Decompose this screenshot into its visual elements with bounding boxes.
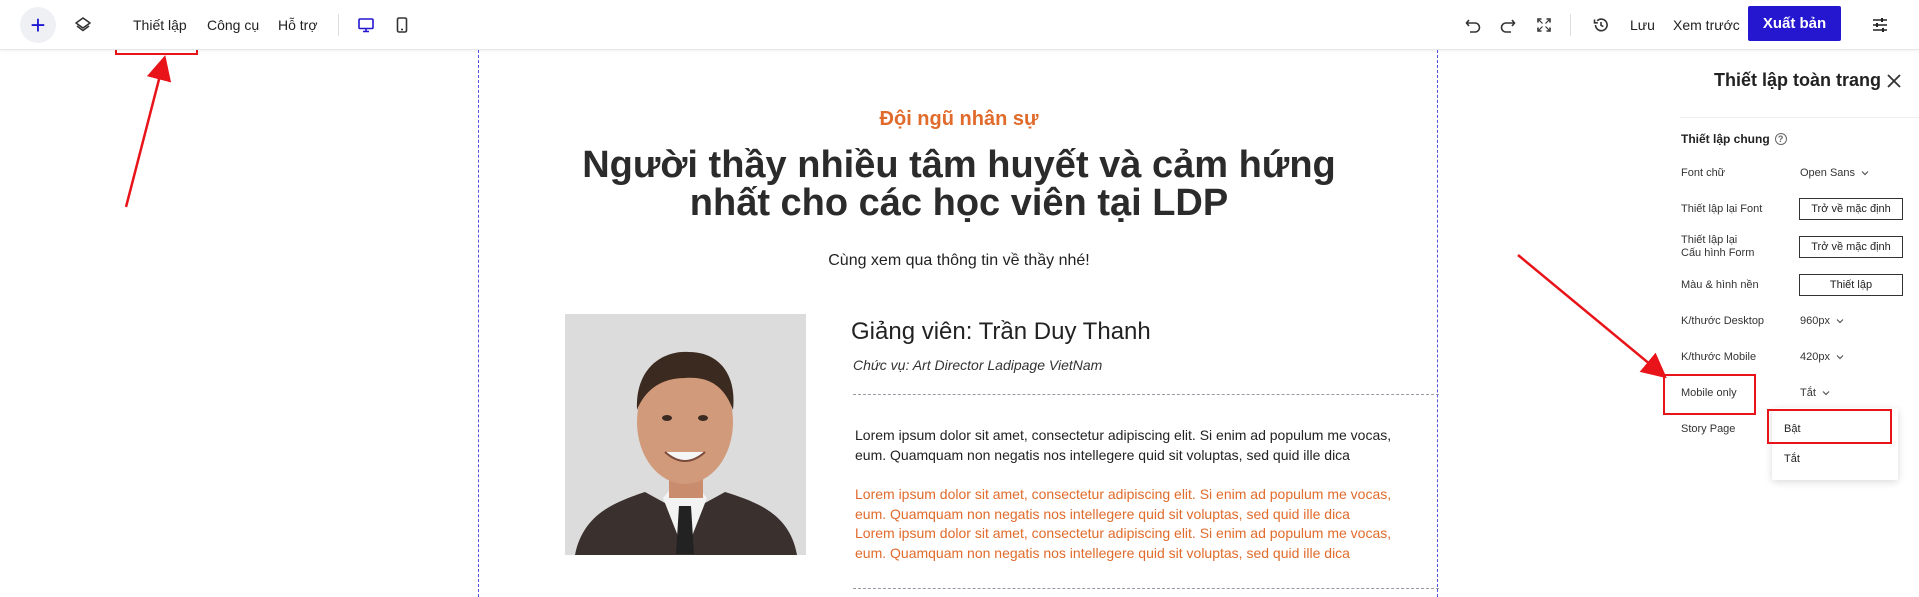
save-button[interactable]: Lưu xyxy=(1630,0,1655,50)
menu-settings[interactable]: Thiết lập xyxy=(133,0,187,50)
mobile-only-label: Mobile only xyxy=(1681,387,1737,399)
panel-title: Thiết lập toàn trang xyxy=(1714,70,1882,90)
redo-icon xyxy=(1497,14,1519,36)
highlight-paragraph: Lorem ipsum dolor sit amet, consectetur … xyxy=(855,486,1392,522)
close-panel-button[interactable] xyxy=(1885,72,1903,90)
section-subheading: Đội ngũ nhân sự xyxy=(879,108,1039,130)
preview-button[interactable]: Xem trước xyxy=(1673,0,1740,50)
highlight-paragraph: Lorem ipsum dolor sit amet, consectetur … xyxy=(855,525,1392,561)
font-value: Open Sans xyxy=(1800,167,1856,179)
mobile-view-button[interactable] xyxy=(391,0,413,50)
sliders-icon xyxy=(1869,14,1891,36)
chevron-down-icon xyxy=(1861,171,1869,176)
menu-tools[interactable]: Công cụ xyxy=(207,0,259,50)
desktop-size-select[interactable]: 960px xyxy=(1800,315,1844,327)
color-background-label: Màu & hình nền xyxy=(1681,279,1759,291)
desktop-size-value: 960px xyxy=(1800,315,1830,327)
reset-form-label-line-1: Thiết lập lại xyxy=(1681,234,1738,246)
reset-form-label: Thiết lập lại Cấu hình Form xyxy=(1681,234,1754,260)
desktop-size-label: K/thước Desktop xyxy=(1681,315,1765,327)
undo-button[interactable] xyxy=(1462,0,1484,50)
section-heading: Người thầy nhiều tâm huyết và cảm hứng n… xyxy=(479,146,1439,222)
desktop-view-button[interactable] xyxy=(355,0,377,50)
divider-line xyxy=(853,588,1439,589)
undo-icon xyxy=(1462,14,1484,36)
add-element-button[interactable]: + xyxy=(20,7,56,43)
top-toolbar: + Thiết lập Công cụ Hỗ trợ Lưu Xem trước… xyxy=(0,0,1919,50)
section-title: Thiết lập chung xyxy=(1681,132,1770,146)
redo-button[interactable] xyxy=(1497,0,1519,50)
section-lead: Cùng xem qua thông tin về thầy nhé! xyxy=(828,252,1090,269)
page-settings-button[interactable] xyxy=(1869,0,1891,50)
mobile-only-value: Tắt xyxy=(1800,387,1816,399)
reset-form-button[interactable]: Trở về mặc định xyxy=(1799,236,1903,258)
mobile-only-dropdown: Bật Tắt xyxy=(1772,408,1898,480)
fullscreen-icon xyxy=(1533,14,1555,36)
chevron-down-icon xyxy=(1822,391,1830,396)
layers-button[interactable] xyxy=(72,0,94,50)
help-icon[interactable]: ? xyxy=(1774,133,1787,145)
history-icon xyxy=(1590,14,1612,36)
teacher-photo[interactable] xyxy=(565,314,806,555)
heading-line-2: nhất cho các học viên tại LDP xyxy=(689,182,1229,224)
color-background-button[interactable]: Thiết lập xyxy=(1799,274,1903,296)
desktop-icon xyxy=(355,14,377,36)
layers-icon xyxy=(72,14,94,36)
history-button[interactable] xyxy=(1590,0,1612,50)
publish-button[interactable]: Xuất bản xyxy=(1748,6,1841,41)
reset-font-label: Thiết lập lại Font xyxy=(1681,203,1763,215)
page-canvas[interactable]: Đội ngũ nhân sự Người thầy nhiều tâm huy… xyxy=(478,50,1439,597)
teacher-role: Chức vụ: Art Director Ladipage VietNam xyxy=(853,357,1103,373)
mobile-icon xyxy=(391,14,413,36)
description-paragraph: Lorem ipsum dolor sit amet, consectetur … xyxy=(855,427,1392,463)
arrow-to-mobile-only xyxy=(1517,254,1667,379)
heading-line-1: Người thầy nhiều tâm huyết và cảm hứng xyxy=(582,144,1336,186)
mobile-size-select[interactable]: 420px xyxy=(1800,351,1844,363)
teacher-name: Giảng viên: Trần Duy Thanh xyxy=(851,318,1151,345)
arrow-to-settings-menu xyxy=(124,55,172,208)
reset-font-button[interactable]: Trở về mặc định xyxy=(1799,198,1903,220)
section-general-settings: Thiết lập chung ? xyxy=(1681,132,1787,146)
chevron-down-icon xyxy=(1836,319,1844,324)
chevron-down-icon xyxy=(1836,355,1844,360)
close-icon xyxy=(1885,74,1903,94)
toolbar-divider xyxy=(338,14,339,36)
dropdown-option-on[interactable]: Bật xyxy=(1784,423,1801,435)
mobile-only-select[interactable]: Tắt xyxy=(1800,387,1830,399)
menu-support[interactable]: Hỗ trợ xyxy=(278,0,318,50)
toolbar-divider xyxy=(1570,14,1571,36)
font-label: Font chữ xyxy=(1681,167,1726,179)
dropdown-option-off[interactable]: Tắt xyxy=(1784,453,1800,465)
plus-icon: + xyxy=(30,10,46,40)
mobile-size-label: K/thước Mobile xyxy=(1681,351,1757,363)
divider-line xyxy=(853,394,1439,395)
mobile-size-value: 420px xyxy=(1800,351,1830,363)
fullscreen-button[interactable] xyxy=(1533,0,1555,50)
story-page-label: Story Page xyxy=(1681,423,1736,435)
font-select[interactable]: Open Sans xyxy=(1800,167,1869,179)
reset-form-label-line-2: Cấu hình Form xyxy=(1681,247,1755,259)
